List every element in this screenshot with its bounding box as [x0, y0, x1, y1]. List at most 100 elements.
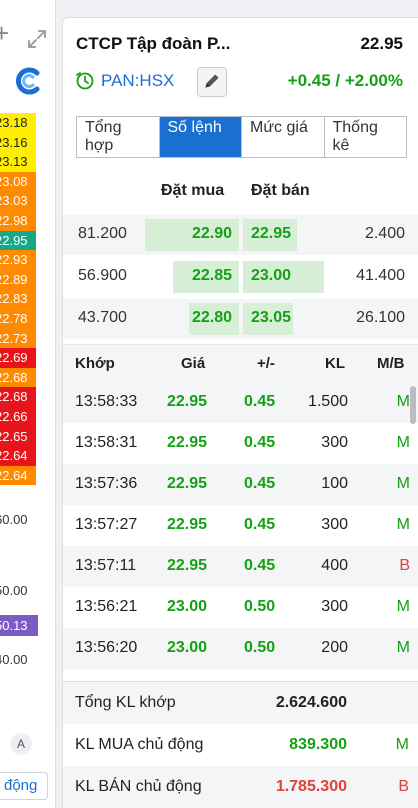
- trade-side: M: [396, 598, 410, 615]
- orderbook-row[interactable]: 56.900 22.85 23.00 41.400: [63, 257, 418, 297]
- volume-summary: Tổng KL khớp 2.624.600 KL MUA chủ động 839.…: [63, 681, 418, 808]
- trade-side: B: [399, 557, 410, 574]
- price-tag-column: 23.1823.1623.1323.0823.0322.9822.9522.93…: [0, 113, 36, 486]
- trade-row[interactable]: 13:58:33 22.95 0.45 1.500 M: [63, 382, 418, 423]
- add-icon[interactable]: +: [0, 20, 9, 46]
- exchange-ticker[interactable]: PAN:HSX: [75, 68, 174, 94]
- bid-volume: 56.900: [78, 267, 127, 284]
- price-tag: 22.69: [0, 348, 36, 368]
- trade-price: 23.00: [167, 598, 208, 615]
- price-tag: 23.03: [0, 191, 36, 211]
- price-tag: 23.16: [0, 132, 36, 153]
- ask-price[interactable]: 23.05: [251, 309, 291, 327]
- current-price: 22.95: [360, 34, 403, 53]
- trade-time: 13:58:33: [75, 393, 138, 410]
- trade-row[interactable]: 13:57:36 22.95 0.45 100 M: [63, 464, 418, 505]
- col-time: Khớp: [75, 355, 115, 372]
- price-tag: 23.08: [0, 171, 36, 192]
- summary-value: 2.624.600: [275, 694, 347, 711]
- price-tag: 22.83: [0, 289, 36, 309]
- trade-row[interactable]: 13:57:27 22.95 0.45 300 M: [63, 505, 418, 546]
- bid-price[interactable]: 22.80: [192, 309, 232, 327]
- summary-side: B: [398, 778, 409, 795]
- price-tag: 23.13: [0, 152, 36, 172]
- trade-row[interactable]: 13:56:20 23.00 0.50 200 M: [63, 628, 418, 669]
- trade-time: 13:56:20: [75, 639, 138, 656]
- price-tag: 22.95: [0, 230, 36, 251]
- trade-price: 22.95: [167, 516, 208, 533]
- trade-side: M: [396, 639, 410, 656]
- trade-price: 22.95: [167, 475, 208, 492]
- stock-detail-panel: CTCP Tập đoàn P... 22.95 PAN:HSX +0.45 /…: [62, 17, 418, 808]
- orderbook-row[interactable]: 81.200 22.90 22.95 2.400: [63, 215, 418, 255]
- auto-scale-button[interactable]: A: [10, 733, 32, 755]
- trade-row[interactable]: 13:56:21 23.00 0.50 300 M: [63, 587, 418, 628]
- trade-change: 0.50: [244, 639, 276, 656]
- tab-thong-ke[interactable]: Thống kê: [325, 117, 407, 157]
- app-logo-icon: [16, 67, 40, 95]
- ask-price[interactable]: 23.00: [251, 267, 291, 285]
- col-change: +/-: [257, 355, 275, 372]
- tab-so-lenh[interactable]: Số lệnh: [159, 117, 242, 157]
- ask-volume: 41.400: [356, 267, 405, 284]
- company-name: CTCP Tập đoàn P...: [76, 34, 231, 53]
- trade-change: 0.45: [244, 393, 276, 410]
- trade-volume: 1.500: [307, 393, 348, 410]
- tab-bar: Tổng hợp Số lệnh Mức giá Thống kê: [76, 116, 407, 158]
- ask-price[interactable]: 22.95: [251, 225, 291, 243]
- trade-price: 22.95: [167, 393, 208, 410]
- summary-row: KL BÁN chủ động 1.785.300 B: [63, 766, 418, 808]
- price-tag: 22.68: [0, 387, 36, 407]
- bid-price[interactable]: 22.85: [192, 267, 232, 285]
- price-tag: 22.89: [0, 269, 36, 290]
- price-tag: 22.68: [0, 367, 36, 388]
- price-tag: 22.64: [0, 465, 36, 486]
- trade-time: 13:58:31: [75, 434, 138, 451]
- summary-value: 839.300: [289, 736, 347, 753]
- trades-list[interactable]: 13:58:33 22.95 0.45 1.500 M 13:58:31 22.95 0.45…: [63, 382, 418, 669]
- trade-volume: 200: [321, 639, 348, 656]
- bid-volume: 81.200: [78, 225, 127, 242]
- trade-change: 0.45: [244, 475, 276, 492]
- exchange-code: PAN:HSX: [101, 71, 175, 90]
- col-side: M/B: [377, 355, 405, 372]
- col-price: Giá: [181, 355, 206, 372]
- trade-change: 0.45: [244, 516, 276, 533]
- trade-side: M: [396, 516, 410, 533]
- app-root: + 23.1823.1623.1323.0823.0322.9822.9522.…: [0, 0, 418, 808]
- trades-header: Khớp Giá +/- KL M/B: [63, 344, 418, 382]
- tab-muc-gia[interactable]: Mức giá: [242, 117, 325, 157]
- trade-time: 13:57:27: [75, 516, 138, 533]
- trade-row[interactable]: 13:58:31 22.95 0.45 300 M: [63, 423, 418, 464]
- chart-strip[interactable]: + 23.1823.1623.1323.0823.0322.9822.9522.…: [0, 0, 56, 808]
- summary-row: KL MUA chủ động 839.300 M: [63, 724, 418, 766]
- ask-volume: 2.400: [364, 225, 405, 242]
- price-tag: 23.18: [0, 113, 36, 133]
- active-button[interactable]: động: [0, 772, 48, 800]
- col-volume: KL: [325, 355, 345, 372]
- trades-scrollbar[interactable]: [410, 386, 416, 424]
- bid-volume: 43.700: [78, 309, 127, 326]
- bid-header: Đặt mua: [161, 182, 225, 199]
- tab-tong-hop[interactable]: Tổng hợp: [77, 117, 160, 157]
- axis-label: 60.00: [0, 512, 28, 527]
- trade-time: 13:57:11: [75, 557, 137, 574]
- expand-icon[interactable]: [26, 28, 48, 50]
- trade-time: 13:57:36: [75, 475, 138, 492]
- trade-price: 22.95: [167, 557, 208, 574]
- price-tag: 22.98: [0, 210, 36, 231]
- summary-label: KL BÁN chủ động: [75, 778, 202, 795]
- axis-label: 40.00: [0, 652, 28, 667]
- trade-change: 0.45: [244, 557, 276, 574]
- price-tag: 22.65: [0, 426, 36, 447]
- edit-button[interactable]: [197, 67, 227, 97]
- summary-value: 1.785.300: [275, 778, 347, 795]
- price-tag: 22.64: [0, 446, 36, 466]
- trade-volume: 300: [321, 516, 348, 533]
- clock-icon: [76, 72, 94, 90]
- trade-row[interactable]: 13:57:11 22.95 0.45 400 B: [63, 546, 418, 587]
- bid-price[interactable]: 22.90: [192, 225, 232, 243]
- trade-side: M: [396, 393, 410, 410]
- orderbook-row[interactable]: 43.700 22.80 23.05 26.100: [63, 299, 418, 339]
- trade-volume: 400: [321, 557, 348, 574]
